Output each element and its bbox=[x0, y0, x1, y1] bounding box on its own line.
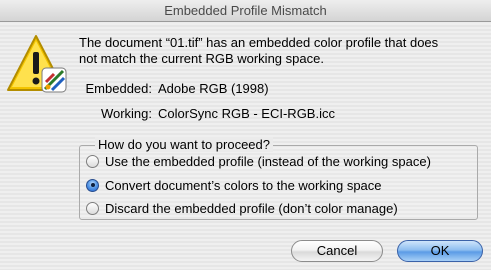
radio-button-selected-icon[interactable] bbox=[86, 178, 99, 192]
title-bar[interactable]: Embedded Profile Mismatch bbox=[0, 0, 491, 22]
working-profile-value: ColorSync RGB - ECI-RGB.icc bbox=[158, 106, 335, 121]
embedded-label: Embedded: bbox=[85, 81, 153, 96]
message-line-1: The document “01.tif” has an embedded co… bbox=[79, 35, 439, 50]
caution-icon bbox=[7, 35, 67, 93]
radio-use-embedded[interactable]: Use the embedded profile (instead of the… bbox=[86, 152, 431, 170]
cancel-button[interactable]: Cancel bbox=[291, 240, 383, 262]
alert-message: The document “01.tif” has an embedded co… bbox=[79, 35, 479, 67]
ok-button[interactable]: OK bbox=[397, 240, 483, 262]
window-title: Embedded Profile Mismatch bbox=[164, 3, 327, 18]
radio-label[interactable]: Use the embedded profile (instead of the… bbox=[105, 154, 431, 169]
working-label: Working: bbox=[100, 106, 152, 121]
radio-discard-profile[interactable]: Discard the embedded profile (don’t colo… bbox=[86, 199, 398, 217]
options-group-title: How do you want to proceed? bbox=[95, 137, 273, 152]
radio-button-icon[interactable] bbox=[86, 201, 99, 215]
radio-label[interactable]: Convert document’s colors to the working… bbox=[105, 178, 382, 193]
radio-button-icon[interactable] bbox=[86, 154, 99, 168]
radio-label[interactable]: Discard the embedded profile (don’t colo… bbox=[105, 201, 398, 216]
message-line-2: not match the current RGB working space. bbox=[79, 51, 324, 66]
colorsync-badge-icon bbox=[41, 67, 67, 93]
embedded-profile-value: Adobe RGB (1998) bbox=[158, 81, 269, 96]
radio-convert-to-working[interactable]: Convert document’s colors to the working… bbox=[86, 176, 382, 194]
